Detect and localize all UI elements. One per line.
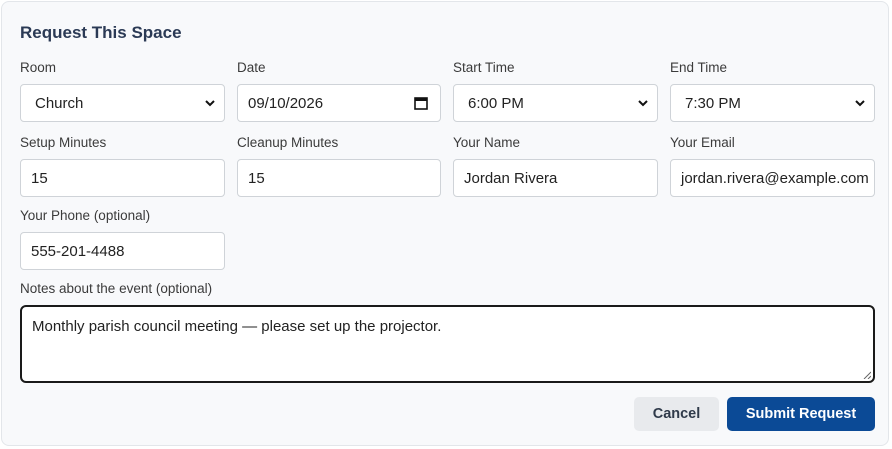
start-time-field: Start Time 6:00 PM <box>453 59 658 122</box>
your-email-input[interactable]: jordan.rivera@example.com <box>670 159 875 197</box>
room-field: Room Church <box>20 59 225 122</box>
cancel-button[interactable]: Cancel <box>634 397 719 431</box>
your-name-field: Your Name Jordan Rivera <box>453 134 658 197</box>
date-value: 09/10/2026 <box>248 94 324 112</box>
setup-minutes-field: Setup Minutes 15 <box>20 134 225 197</box>
resize-handle-icon[interactable] <box>863 371 871 379</box>
chevron-down-icon <box>205 100 215 107</box>
your-email-field: Your Email jordan.rivera@example.com <box>670 134 875 197</box>
start-time-label: Start Time <box>453 60 515 75</box>
date-field: Date 09/10/2026 <box>237 59 441 122</box>
date-label: Date <box>237 60 266 75</box>
chevron-down-icon <box>638 100 648 107</box>
room-value: Church <box>35 94 84 112</box>
start-time-value: 6:00 PM <box>468 94 524 112</box>
cleanup-minutes-label: Cleanup Minutes <box>237 135 339 150</box>
cleanup-minutes-field: Cleanup Minutes 15 <box>237 134 441 197</box>
your-name-input[interactable]: Jordan Rivera <box>453 159 658 197</box>
your-email-label: Your Email <box>670 135 735 150</box>
notes-textarea[interactable]: Monthly parish council meeting — please … <box>20 305 875 383</box>
chevron-down-icon <box>855 100 865 107</box>
your-name-label: Your Name <box>453 135 521 150</box>
calendar-icon[interactable] <box>414 96 428 110</box>
setup-minutes-input[interactable]: 15 <box>20 159 225 197</box>
notes-value: Monthly parish council meeting — please … <box>32 318 442 335</box>
end-time-value: 7:30 PM <box>685 94 741 112</box>
submit-request-button[interactable]: Submit Request <box>727 397 875 431</box>
notes-field: Notes about the event (optional) Monthly… <box>20 280 875 383</box>
room-label: Room <box>20 60 57 75</box>
your-phone-input[interactable]: 555-201-4488 <box>20 232 225 270</box>
setup-minutes-label: Setup Minutes <box>20 135 107 150</box>
room-select[interactable]: Church <box>20 84 225 122</box>
start-time-select[interactable]: 6:00 PM <box>453 84 658 122</box>
cleanup-minutes-input[interactable]: 15 <box>237 159 441 197</box>
end-time-select[interactable]: 7:30 PM <box>670 84 875 122</box>
notes-label: Notes about the event (optional) <box>20 281 213 296</box>
end-time-field: End Time 7:30 PM <box>670 59 875 122</box>
end-time-label: End Time <box>670 60 728 75</box>
request-space-panel: Request This Space Room Church Date 09/1… <box>1 1 889 446</box>
date-input[interactable]: 09/10/2026 <box>237 84 441 122</box>
your-phone-field: Your Phone (optional) 555-201-4488 <box>20 207 225 270</box>
your-phone-label: Your Phone (optional) <box>20 208 151 223</box>
form-title: Request This Space <box>20 23 182 42</box>
